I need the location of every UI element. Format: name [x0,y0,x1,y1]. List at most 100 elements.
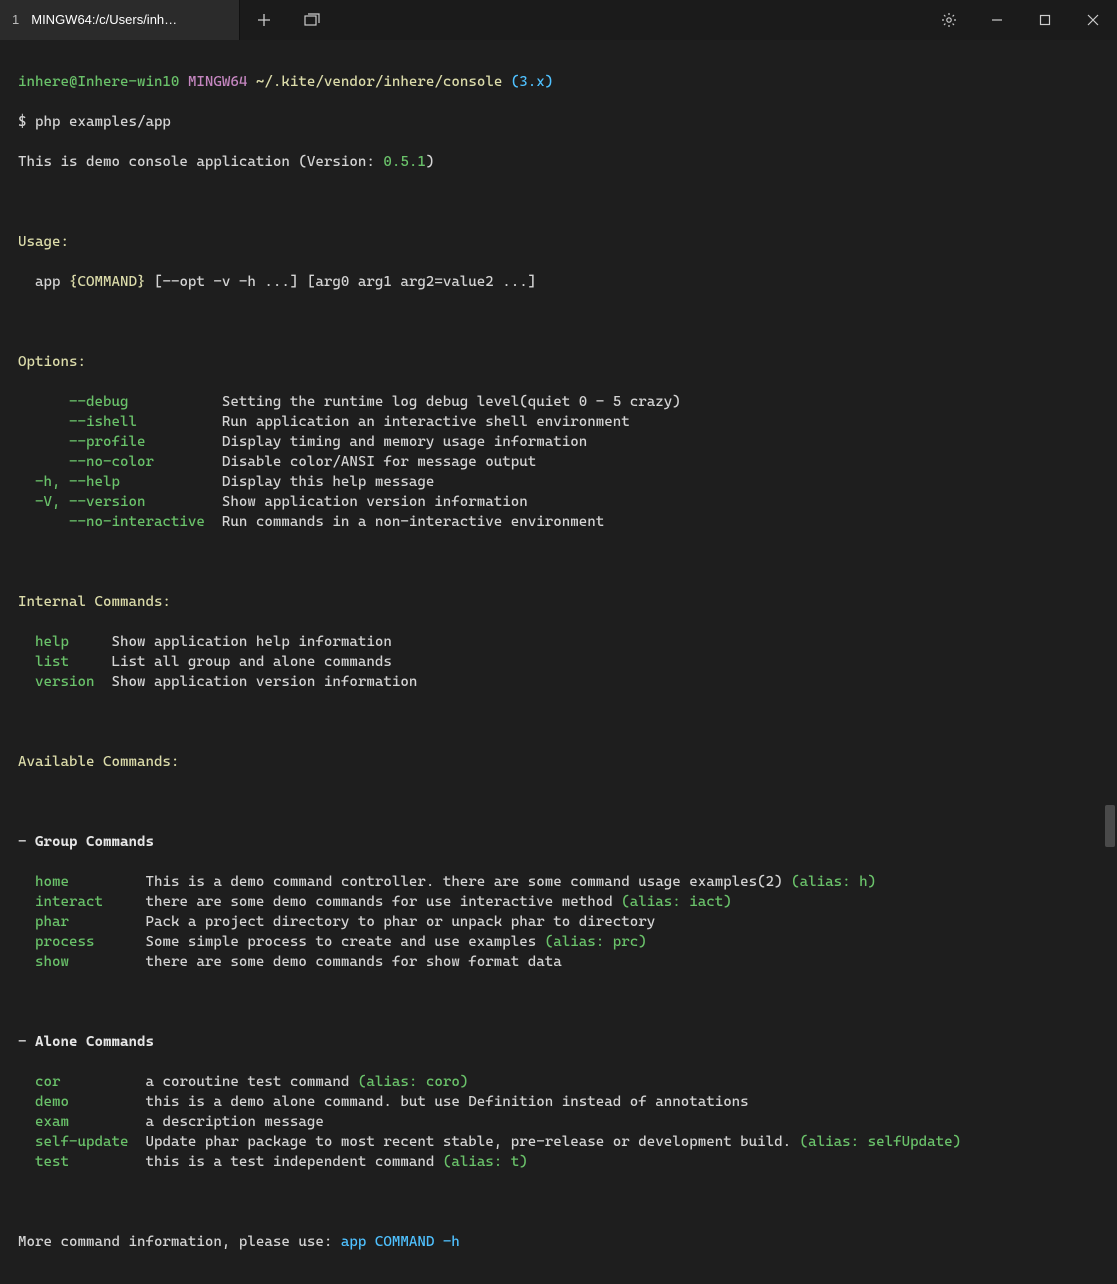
command-alias: (alias: coro) [358,1074,468,1090]
intro-version: 0.5.1 [383,154,425,170]
close-icon [1087,14,1099,26]
option-desc: Run application an interactive shell env… [222,414,630,430]
alone-commands-header: - Alone Commands [18,1032,1099,1052]
internal-command-row: version Show application version informa… [18,672,1099,692]
command-line: $ php examples/app [18,112,1099,132]
command-row: process Some simple process to create an… [18,932,1099,952]
command-alias: (alias: iact) [621,894,731,910]
group-commands-list: home This is a demo command controller. … [18,872,1099,972]
internal-command-name: version [18,674,111,690]
options-list: --debug Setting the runtime log debug le… [18,392,1099,532]
tab-index: 1 [12,10,19,30]
plus-icon [257,13,271,27]
command-row: test this is a test independent command … [18,1152,1099,1172]
command-alias: (alias: selfUpdate) [800,1134,961,1150]
maximize-button[interactable] [1021,0,1069,40]
command-row: home This is a demo command controller. … [18,872,1099,892]
internal-command-desc: List all group and alone commands [111,654,391,670]
command-row: show there are some demo commands for sh… [18,952,1099,972]
command-alias: (alias: h) [791,874,876,890]
option-row: --profile Display timing and memory usag… [18,432,1099,452]
command-row: cor a coroutine test command (alias: cor… [18,1072,1099,1092]
command-desc: there are some demo commands for use int… [145,894,621,910]
intro-line: This is demo console application (Versio… [18,152,1099,172]
option-row: --ishell Run application an interactive … [18,412,1099,432]
option-flag: --debug [18,394,222,410]
command-name: exam [18,1114,145,1130]
internal-command-row: help Show application help information [18,632,1099,652]
command-alias: (alias: t) [443,1154,528,1170]
prompt-cwd: ~/.kite/vendor/inhere/console [256,74,502,90]
option-desc: Setting the runtime log debug level(quie… [222,394,681,410]
prompt-line: inhere@Inhere-win10 MINGW64 ~/.kite/vend… [18,72,1099,92]
scrollbar-thumb[interactable] [1105,805,1115,847]
command-desc: Some simple process to create and use ex… [145,934,544,950]
close-button[interactable] [1069,0,1117,40]
terminal-body[interactable]: inhere@Inhere-win10 MINGW64 ~/.kite/vend… [0,40,1117,1284]
maximize-icon [1039,14,1051,26]
command-name: cor [18,1074,145,1090]
minimize-button[interactable] [973,0,1021,40]
footer-hint: app COMMAND -h [341,1234,460,1250]
gear-icon [941,12,957,28]
option-flag: --no-interactive [18,514,222,530]
command-row: demo this is a demo alone command. but u… [18,1092,1099,1112]
command-name: demo [18,1094,145,1110]
command-desc: a coroutine test command [145,1074,357,1090]
command-name: interact [18,894,145,910]
option-desc: Display this help message [222,474,434,490]
command-desc: Update phar package to most recent stabl… [145,1134,799,1150]
new-tab-button[interactable] [240,0,288,40]
option-flag: -V, --version [18,494,222,510]
option-desc: Show application version information [222,494,528,510]
option-row: -V, --version Show application version i… [18,492,1099,512]
titlebar: 1 MINGW64:/c/Users/inh… [0,0,1117,40]
minimize-icon [991,14,1003,26]
internal-header: Internal Commands: [18,592,1099,612]
command-row: interact there are some demo commands fo… [18,892,1099,912]
option-flag: -h, --help [18,474,222,490]
intro-prefix: This is demo console application (Versio… [18,154,383,170]
group-commands-header: - Group Commands [18,832,1099,852]
intro-suffix: ) [426,154,435,170]
option-row: -h, --help Display this help message [18,472,1099,492]
command-name: self-update [18,1134,145,1150]
command-row: exam a description message [18,1112,1099,1132]
tab-title: MINGW64:/c/Users/inh… [31,10,177,30]
command-desc: this is a demo alone command. but use De… [145,1094,748,1110]
command-name: home [18,874,145,890]
command-row: self-update Update phar package to most … [18,1132,1099,1152]
command-desc: a description message [145,1114,323,1130]
tab-dropdown-button[interactable] [288,0,336,40]
usage-line: app {COMMAND} [--opt -v -h ...] [arg0 ar… [18,272,1099,292]
internal-command-desc: Show application help information [111,634,391,650]
options-header: Options: [18,352,1099,372]
option-desc: Run commands in a non-interactive enviro… [222,514,604,530]
option-flag: --profile [18,434,222,450]
settings-button[interactable] [925,0,973,40]
option-row: --no-interactive Run commands in a non-i… [18,512,1099,532]
command-name: phar [18,914,145,930]
tabs-icon [304,13,320,27]
internal-command-row: list List all group and alone commands [18,652,1099,672]
titlebar-spacer [336,0,925,40]
prompt-shell: MINGW64 [188,74,247,90]
command-alias: (alias: prc) [545,934,647,950]
command-name: show [18,954,145,970]
option-flag: --no-color [18,454,222,470]
internal-command-desc: Show application version information [111,674,417,690]
option-desc: Display timing and memory usage informat… [222,434,587,450]
command-name: test [18,1154,145,1170]
command-desc: there are some demo commands for show fo… [145,954,561,970]
command-row: phar Pack a project directory to phar or… [18,912,1099,932]
option-row: --debug Setting the runtime log debug le… [18,392,1099,412]
command-desc: Pack a project directory to phar or unpa… [145,914,655,930]
option-desc: Disable color/ANSI for message output [222,454,536,470]
footer-line: More command information, please use: ap… [18,1232,1099,1252]
internal-command-name: list [18,654,111,670]
terminal-tab[interactable]: 1 MINGW64:/c/Users/inh… [0,0,240,40]
prompt-branch: (3.x) [511,74,553,90]
usage-header: Usage: [18,232,1099,252]
alone-commands-list: cor a coroutine test command (alias: cor… [18,1072,1099,1172]
internal-list: help Show application help information l… [18,632,1099,692]
